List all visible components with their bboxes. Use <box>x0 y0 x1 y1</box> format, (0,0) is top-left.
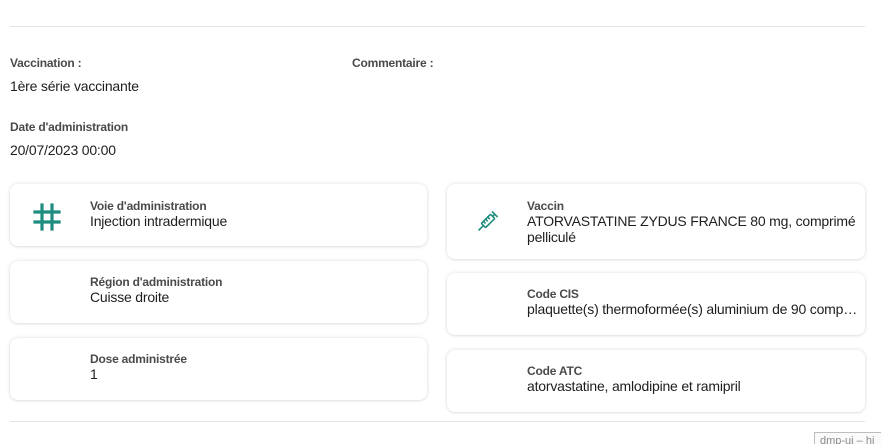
vaccination-value: 1ère série vaccinante <box>10 78 139 94</box>
card-title: Dose administrée <box>90 352 187 366</box>
card-title: Région d'administration <box>90 275 223 289</box>
date-administration-value: 20/07/2023 00:00 <box>10 142 116 158</box>
top-divider <box>10 26 865 27</box>
footer-tag: dmp-ui – hi <box>814 432 881 444</box>
card-value: ATORVASTATINE ZYDUS FRANCE 80 mg, compri… <box>527 213 856 245</box>
card-code-cis: Code CIS plaquette(s) thermoformée(s) al… <box>447 273 865 335</box>
vaccination-label: Vaccination : <box>10 56 82 70</box>
card-value: 1 <box>90 366 98 382</box>
card-value: Cuisse droite <box>90 289 170 305</box>
card-value: atorvastatine, amlodipine et ramipril <box>527 378 741 394</box>
vaccination-detail-page: Vaccination : 1ère série vaccinante Comm… <box>0 0 881 444</box>
syringe-icon <box>473 208 501 241</box>
card-vaccin: Vaccin ATORVASTATINE ZYDUS FRANCE 80 mg,… <box>447 184 865 259</box>
card-title: Code CIS <box>527 287 579 301</box>
date-administration-label: Date d'administration <box>10 120 129 134</box>
card-title: Code ATC <box>527 364 583 378</box>
hash-icon <box>32 202 62 237</box>
bottom-divider <box>10 421 865 422</box>
card-title: Vaccin <box>527 199 564 213</box>
card-title: Voie d'administration <box>90 199 207 213</box>
card-region-administration: Région d'administration Cuisse droite <box>10 261 427 323</box>
card-code-atc: Code ATC atorvastatine, amlodipine et ra… <box>447 350 865 412</box>
card-voie-administration: Voie d'administration Injection intrader… <box>10 184 427 246</box>
card-value: plaquette(s) thermoformée(s) aluminium d… <box>527 301 860 317</box>
card-dose-administree: Dose administrée 1 <box>10 338 427 400</box>
commentaire-label: Commentaire : <box>352 56 434 70</box>
card-value: Injection intradermique <box>90 213 228 229</box>
